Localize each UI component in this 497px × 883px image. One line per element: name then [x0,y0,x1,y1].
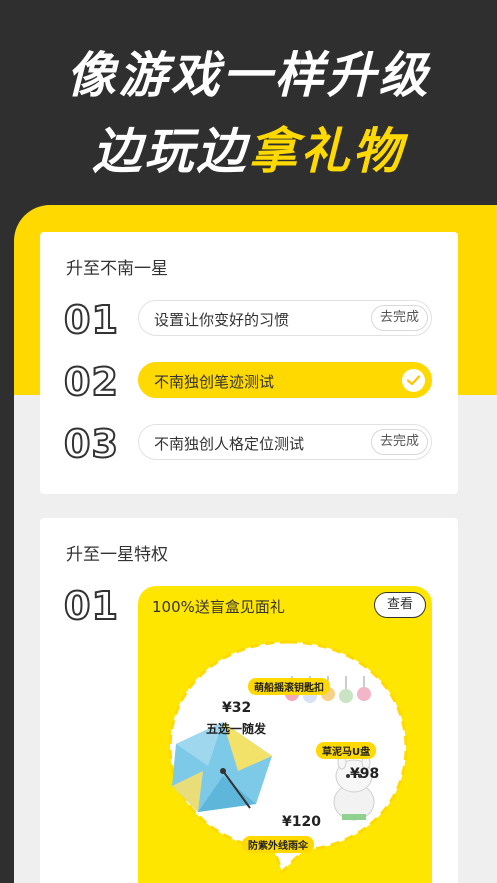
perk-label: 100%送盲盒见面礼 [152,598,285,616]
pick-one-text: 五选一随发 [206,722,267,736]
task-item-habit[interactable]: 设置让你变好的习惯 去完成 [138,300,432,336]
view-button[interactable]: 查看 [373,592,426,618]
alpaca-usb-image [333,754,375,821]
usb-price: ¥98 [350,766,380,782]
task-label: 设置让你变好的习惯 [154,311,290,329]
level-card: 升至不南一星 01 设置让你变好的习惯 去完成 02 不南独创笔迹测试 03 不… [40,232,458,494]
task-item-handwriting-test[interactable]: 不南独创笔迹测试 [138,362,432,398]
hero-title-line1: 像游戏一样升级 [66,47,431,104]
task-number: 03 [63,421,119,467]
go-complete-button[interactable]: 去完成 [370,305,428,331]
umbrella-price: ¥120 [282,814,321,830]
hero-title-line2: 边玩边拿礼物 [0,112,497,183]
go-complete-button[interactable]: 去完成 [370,429,428,455]
hero-title-white: 边玩边 [92,123,249,180]
check-icon [402,369,425,392]
task-number: 01 [63,297,119,343]
task-number: 02 [63,359,119,405]
umbrella-label: 防紫外线雨伞 [242,836,314,853]
perk-item-blind-box[interactable]: 100%送盲盒见面礼 查看 萌船摇滚钥匙扣 ¥32 五选一随发 草泥马U盘 ¥9… [138,586,432,883]
keychain-price: ¥32 [222,700,252,716]
usb-label: 草泥马U盘 [316,742,377,759]
keychain-label: 萌船摇滚钥匙扣 [248,678,330,695]
gift-promo-bubble: 萌船摇滚钥匙扣 ¥32 五选一随发 草泥马U盘 ¥98 ¥120 防紫外线雨伞 [164,636,412,876]
task-item-personality-test[interactable]: 不南独创人格定位测试 去完成 [138,424,432,460]
hero-title-highlight: 拿礼物 [248,123,405,180]
perk-card-title: 升至一星特权 [66,545,168,565]
task-label: 不南独创人格定位测试 [154,435,305,453]
perk-card: 升至一星特权 01 100%送盲盒见面礼 查看 萌船摇滚钥匙扣 ¥32 五选一随… [40,518,458,883]
perk-number: 01 [63,583,119,629]
task-label: 不南独创笔迹测试 [154,373,275,391]
hero-banner: 像游戏一样升级 边玩边拿礼物 [0,0,497,215]
level-card-title: 升至不南一星 [66,259,168,279]
